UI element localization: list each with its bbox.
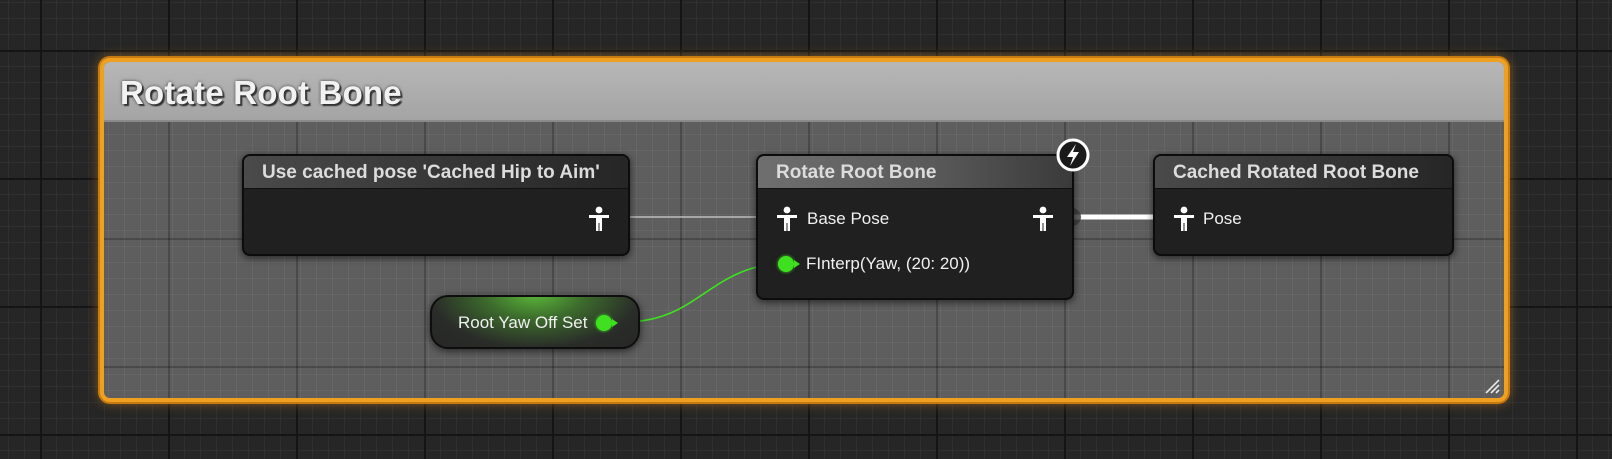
node-title: Cached Rotated Root Bone [1173,162,1419,183]
node-cached-rotated-root-bone[interactable]: Cached Rotated Root Bone Pose [1153,154,1454,256]
node-header[interactable]: Use cached pose 'Cached Hip to Aim' [244,156,628,189]
comment-header[interactable]: Rotate Root Bone [104,62,1504,122]
pose-output-pin-icon[interactable] [1032,206,1054,232]
pose-input-pin-icon[interactable] [1173,206,1195,232]
pose-icon[interactable] [588,206,610,232]
base-pose-pin-label: Base Pose [807,209,890,228]
yaw-pin-label: FInterp(Yaw, (20: 20)) [806,254,971,273]
node-use-cached-pose[interactable]: Use cached pose 'Cached Hip to Aim' [242,154,630,256]
variable-node-root-yaw-offset[interactable]: Root Yaw Off Set [430,295,640,349]
node-header[interactable]: Rotate Root Bone [758,156,1072,189]
yaw-input-pin[interactable] [778,256,800,272]
node-rotate-root-bone[interactable]: Rotate Root Bone Base Pose FInterp(Yaw, … [756,154,1074,300]
node-title: Rotate Root Bone [776,162,937,183]
variable-output-pin[interactable] [596,315,618,331]
variable-label: Root Yaw Off Set [458,313,588,332]
fast-path-lightning-icon [1056,138,1090,172]
pose-pin-label: Pose [1203,209,1242,228]
comment-title[interactable]: Rotate Root Bone [120,74,402,112]
node-header[interactable]: Cached Rotated Root Bone [1155,156,1452,189]
node-title: Use cached pose 'Cached Hip to Aim' [262,162,600,183]
base-pose-input-pin-icon[interactable] [776,206,798,232]
resize-grip-icon[interactable] [1482,376,1500,394]
graph-canvas[interactable]: Rotate Root Bone Use cached pose 'Cached… [0,0,1612,459]
